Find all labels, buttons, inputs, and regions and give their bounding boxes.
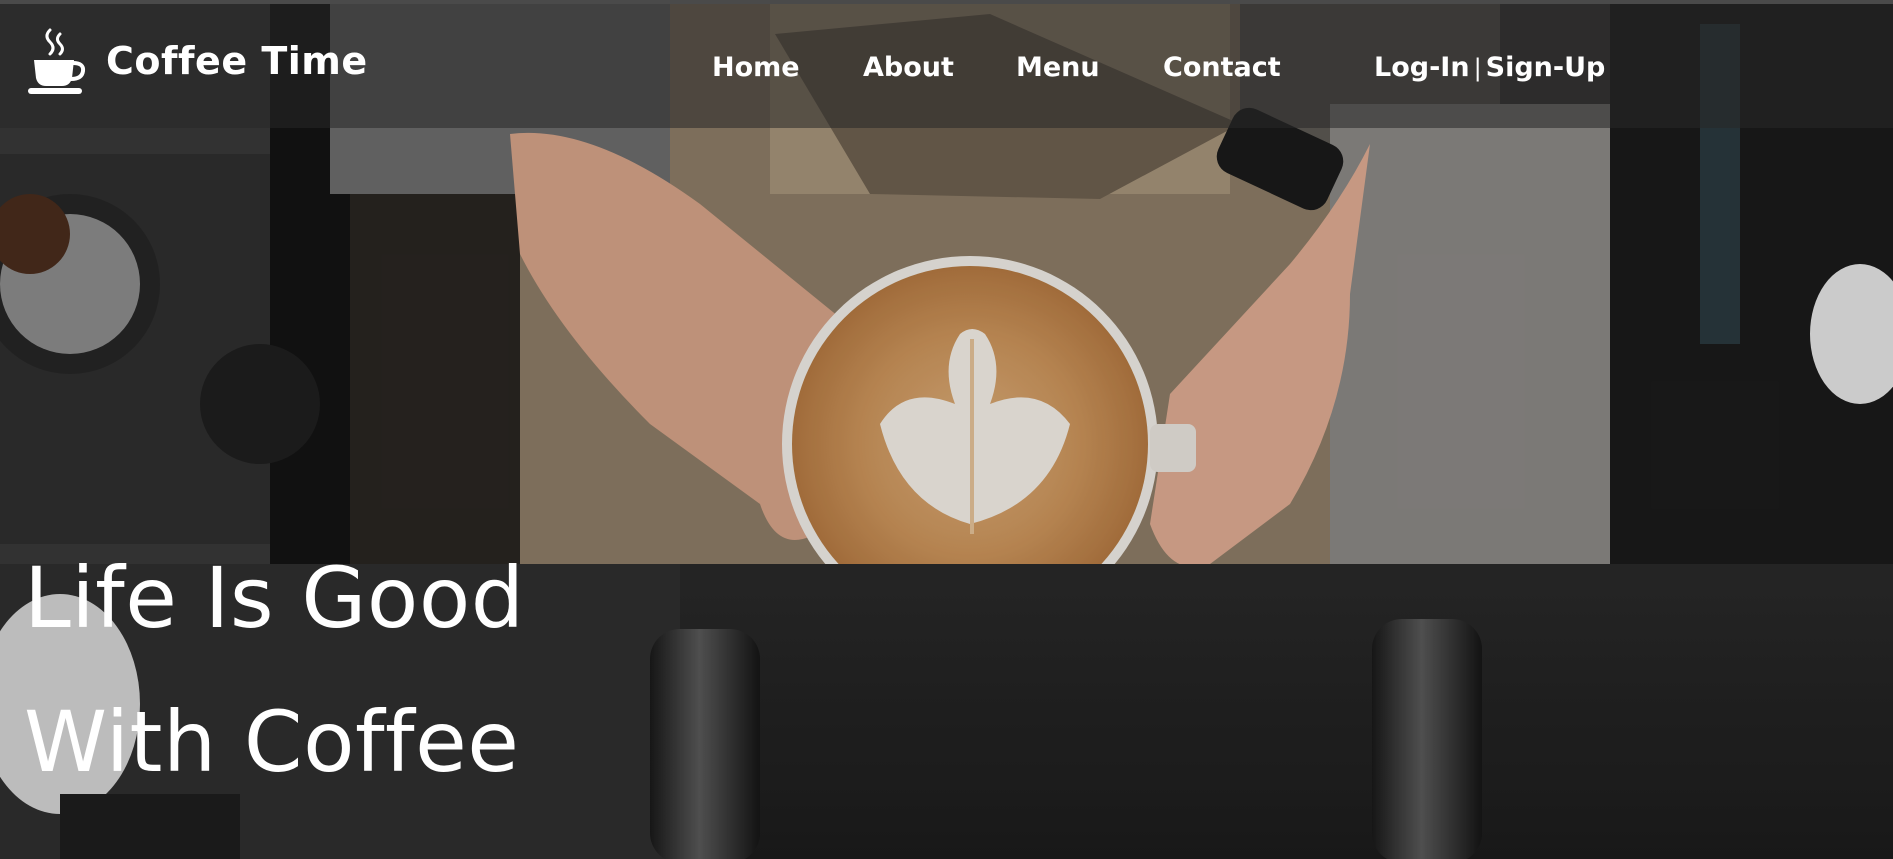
top-navbar: Coffee Time Home About Menu Contact Log-… bbox=[0, 4, 1893, 128]
nav-home-link[interactable]: Home bbox=[712, 52, 800, 83]
hero-headline: Life Is Good With Coffee bbox=[24, 526, 525, 814]
hero-headline-line-1: Life Is Good bbox=[24, 549, 525, 647]
auth-links: Log-In | Sign-Up bbox=[1374, 52, 1605, 83]
login-link[interactable]: Log-In bbox=[1374, 52, 1470, 83]
nav-contact-link[interactable]: Contact bbox=[1163, 52, 1281, 83]
auth-separator: | bbox=[1473, 54, 1482, 82]
brand-logo[interactable]: Coffee Time bbox=[28, 26, 368, 96]
nav-about-link[interactable]: About bbox=[863, 52, 954, 83]
signup-link[interactable]: Sign-Up bbox=[1486, 52, 1606, 83]
brand-name: Coffee Time bbox=[106, 39, 368, 83]
hero-section: Coffee Time Home About Menu Contact Log-… bbox=[0, 0, 1893, 859]
hero-headline-line-2: With Coffee bbox=[24, 693, 520, 791]
coffee-cup-icon bbox=[28, 28, 86, 94]
nav-menu-link[interactable]: Menu bbox=[1016, 52, 1100, 83]
